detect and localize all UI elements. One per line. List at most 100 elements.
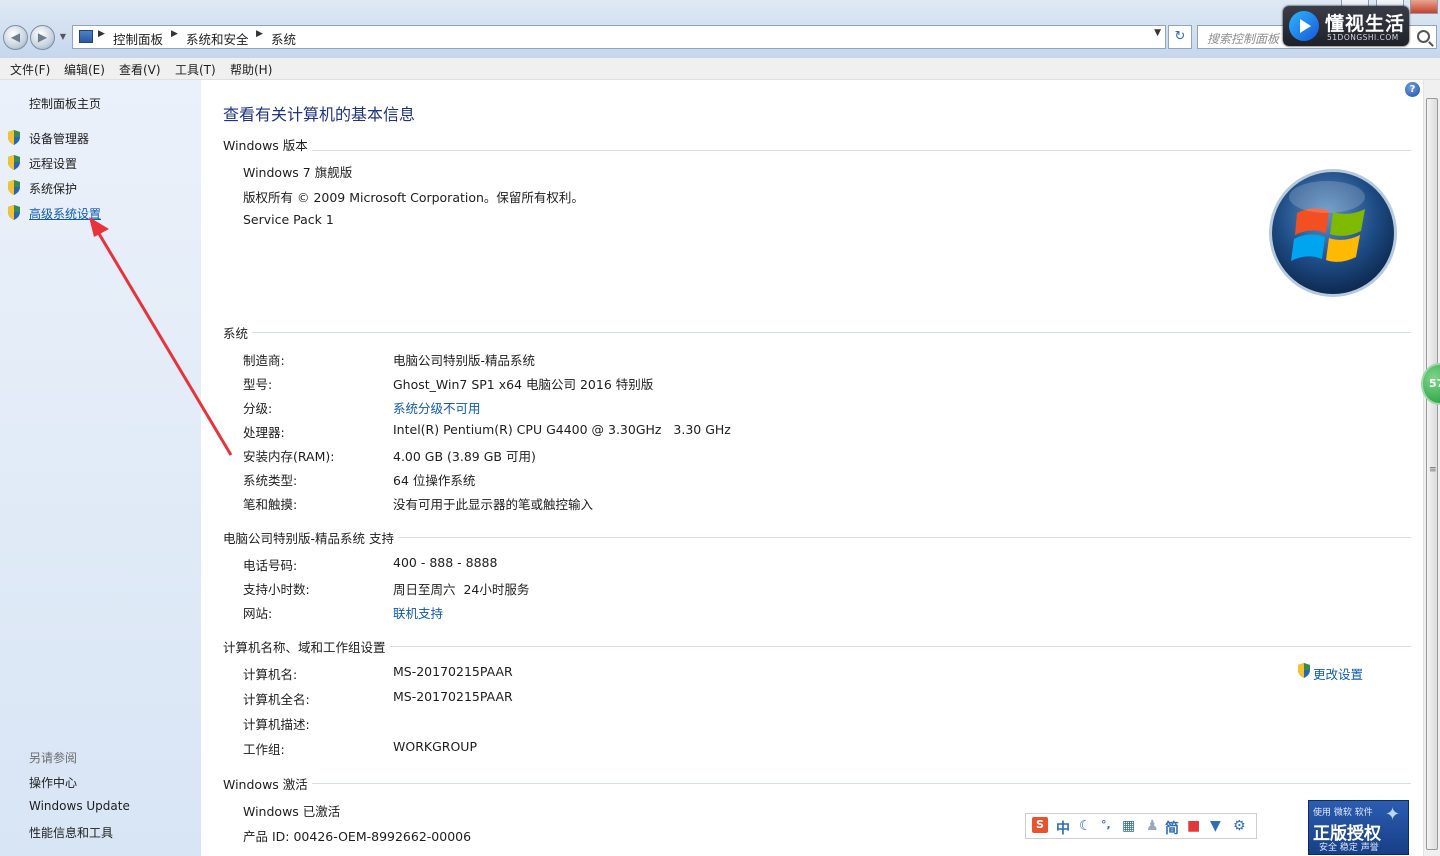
breadcrumb-separator-icon[interactable]: ▶ xyxy=(256,29,263,39)
ram-value: 4.00 GB (3.89 GB 可用) xyxy=(393,449,536,464)
help-icon[interactable]: ? xyxy=(1405,82,1420,97)
section-divider xyxy=(223,150,1411,151)
sogou-logo-icon[interactable]: S xyxy=(1032,817,1048,833)
menu-view[interactable]: 查看(V) xyxy=(119,61,161,78)
see-also-heading: 另请参阅 xyxy=(29,751,78,765)
settings-gear-icon[interactable]: ⚙ xyxy=(1233,818,1246,834)
windows-update-link[interactable]: Windows Update xyxy=(29,799,130,813)
copyright-text: 版权所有 © 2009 Microsoft Corporation。保留所有权利… xyxy=(243,190,584,205)
pen-touch-value: 没有可用于此显示器的笔或触控输入 xyxy=(393,497,594,512)
uac-shield-icon xyxy=(8,130,20,145)
online-support-link[interactable]: 联机支持 xyxy=(393,603,443,622)
menu-help[interactable]: 帮助(H) xyxy=(230,61,272,78)
processor-value: Intel(R) Pentium(R) CPU G4400 @ 3.30GHz … xyxy=(393,422,731,437)
model-label: 型号: xyxy=(243,377,273,392)
device-manager-link[interactable]: 设备管理器 xyxy=(29,130,89,147)
service-pack-text: Service Pack 1 xyxy=(243,212,334,227)
change-settings-link[interactable]: 更改设置 xyxy=(1313,664,1363,683)
play-icon xyxy=(1289,11,1319,41)
activation-heading: Windows 激活 xyxy=(223,774,312,793)
support-hours-label: 支持小时数: xyxy=(243,582,310,597)
control-panel-home-link[interactable]: 控制面板主页 xyxy=(29,95,101,112)
uac-shield-icon xyxy=(8,155,20,170)
forward-button[interactable]: ▶ xyxy=(30,25,55,50)
main-content: 查看有关计算机的基本信息 Windows 版本 Windows 7 旗舰版 版权… xyxy=(201,80,1423,856)
support-heading: 电脑公司特别版-精品系统 支持 xyxy=(223,528,398,547)
vertical-scrollbar[interactable]: ≡ xyxy=(1423,80,1440,856)
control-panel-icon xyxy=(79,30,93,43)
search-icon[interactable] xyxy=(1417,30,1430,43)
task-pane: 控制面板主页 设备管理器 远程设置 系统保护 高级系统设置 另请参阅 操作中心 … xyxy=(0,80,201,856)
activation-status: Windows 已激活 xyxy=(243,804,341,819)
phone-label: 电话号码: xyxy=(243,558,298,573)
menu-bar: 文件(F) 编辑(E) 查看(V) 工具(T) 帮助(H) xyxy=(0,58,1440,80)
performance-info-link[interactable]: 性能信息和工具 xyxy=(29,824,113,841)
address-toolbar: ◀ ▶ ▼ ▶ 控制面板 ▶ 系统和安全 ▶ 系统 ▼ ↻ 搜索控制面板 懂视生… xyxy=(0,0,1440,58)
back-arrow-icon: ◀ xyxy=(10,30,21,44)
punctuation-icon[interactable]: °, xyxy=(1101,818,1111,831)
back-button[interactable]: ◀ xyxy=(3,25,28,50)
section-divider xyxy=(223,537,1411,538)
windows-logo xyxy=(1269,169,1397,297)
full-computer-name-value: MS-20170215PAAR xyxy=(393,689,513,704)
system-type-label: 系统类型: xyxy=(243,473,298,488)
close-button[interactable] xyxy=(1410,0,1438,14)
remote-settings-link[interactable]: 远程设置 xyxy=(29,155,77,172)
genuine-top-text: 使用 微软 软件 xyxy=(1313,808,1373,818)
ime-toolbar: S 中 ☾ °, ▦ ♟ 简 ■ ▼ ⚙ xyxy=(1025,813,1257,839)
breadcrumb-separator-icon[interactable]: ▶ xyxy=(171,29,178,39)
section-divider xyxy=(223,332,1411,333)
video-icon[interactable]: ■ xyxy=(1187,818,1200,834)
search-placeholder: 搜索控制面板 xyxy=(1207,32,1280,46)
rating-link[interactable]: 系统分级不可用 xyxy=(393,398,481,417)
page-title: 查看有关计算机的基本信息 xyxy=(223,105,416,124)
scrollbar-thumb[interactable]: ≡ xyxy=(1426,98,1438,850)
side-badge-number: 57 xyxy=(1429,377,1440,390)
processor-label: 处理器: xyxy=(243,425,285,440)
menu-tools[interactable]: 工具(T) xyxy=(175,61,216,78)
breadcrumb-system[interactable]: 系统 xyxy=(271,29,296,48)
shirt-icon[interactable]: ▼ xyxy=(1210,818,1221,834)
keyboard-icon[interactable]: ▦ xyxy=(1122,818,1135,834)
windows-edition-heading: Windows 版本 xyxy=(223,135,312,154)
ime-simplified-mode[interactable]: 简 xyxy=(1165,818,1179,838)
system-type-value: 64 位操作系统 xyxy=(393,473,476,488)
recent-pages-dropdown[interactable]: ▼ xyxy=(57,30,69,44)
ram-label: 安装内存(RAM): xyxy=(243,449,335,464)
workgroup-value: WORKGROUP xyxy=(393,739,477,754)
watermark-subtitle: 51DONGSHI.COM xyxy=(1327,33,1399,42)
address-bar[interactable]: ▶ 控制面板 ▶ 系统和安全 ▶ 系统 ▼ xyxy=(72,25,1166,49)
breadcrumb-system-security[interactable]: 系统和安全 xyxy=(186,29,249,48)
moon-icon[interactable]: ☾ xyxy=(1079,818,1092,834)
website-label: 网站: xyxy=(243,606,273,621)
ime-chinese-mode[interactable]: 中 xyxy=(1056,818,1070,838)
menu-edit[interactable]: 编辑(E) xyxy=(64,61,105,78)
uac-shield-icon xyxy=(1298,663,1310,678)
computer-name-label: 计算机名: xyxy=(243,667,298,682)
breadcrumb-control-panel[interactable]: 控制面板 xyxy=(113,29,163,48)
uac-shield-icon xyxy=(8,205,20,220)
support-hours-value: 周日至周六 24小时服务 xyxy=(393,582,530,597)
manufacturer-value: 电脑公司特别版-精品系统 xyxy=(393,353,536,368)
refresh-button[interactable]: ↻ xyxy=(1168,25,1192,49)
action-center-link[interactable]: 操作中心 xyxy=(29,774,77,791)
product-id: 产品 ID: 00426-OEM-8992662-00006 xyxy=(243,829,472,844)
user-icon[interactable]: ♟ xyxy=(1146,818,1159,834)
manufacturer-label: 制造商: xyxy=(243,353,285,368)
forward-arrow-icon: ▶ xyxy=(37,30,48,44)
address-dropdown-icon[interactable]: ▼ xyxy=(1154,28,1161,38)
computer-name-heading: 计算机名称、域和工作组设置 xyxy=(223,637,390,656)
section-divider xyxy=(223,646,1411,647)
watermark-logo: 懂视生活 51DONGSHI.COM xyxy=(1283,6,1409,46)
computer-description-label: 计算机描述: xyxy=(243,717,310,732)
breadcrumb-separator-icon[interactable]: ▶ xyxy=(98,29,105,39)
genuine-bottom-text: 安全 稳定 声誉 xyxy=(1319,843,1379,853)
full-computer-name-label: 计算机全名: xyxy=(243,692,310,707)
rating-label: 分级: xyxy=(243,401,273,416)
genuine-software-badge[interactable]: 使用 微软 软件 ✦ 正版授权 安全 稳定 声誉 xyxy=(1308,800,1409,855)
uac-shield-icon xyxy=(8,180,20,195)
system-protection-link[interactable]: 系统保护 xyxy=(29,180,77,197)
menu-file[interactable]: 文件(F) xyxy=(10,61,50,78)
computer-name-value: MS-20170215PAAR xyxy=(393,664,513,679)
windows-edition-name: Windows 7 旗舰版 xyxy=(243,165,353,180)
